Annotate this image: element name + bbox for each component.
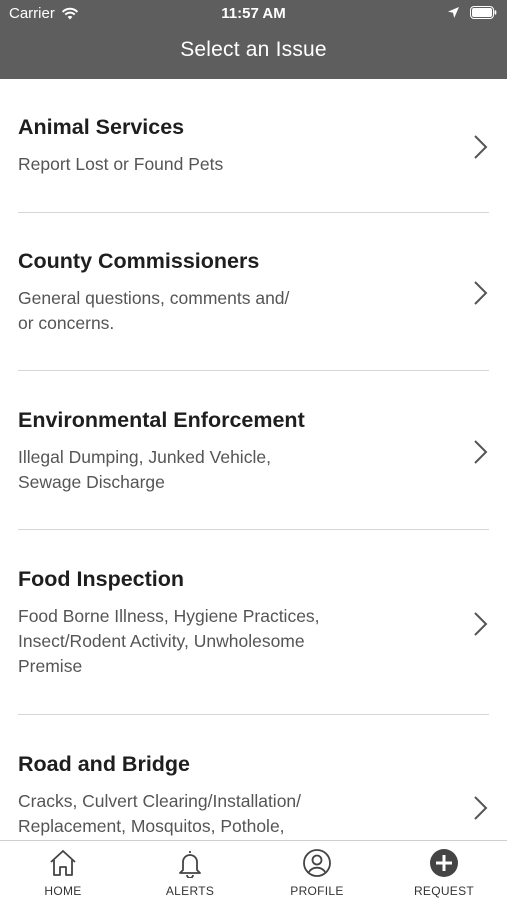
tab-bar: HOME ALERTS PROFILE REQUEST	[0, 840, 507, 900]
chevron-right-icon	[474, 440, 488, 464]
header: Carrier 11:57 AM Select an Issue	[0, 0, 507, 79]
plus-circle-icon	[430, 849, 458, 877]
tab-label: PROFILE	[290, 884, 344, 898]
item-title: Road and Bridge	[18, 752, 191, 776]
battery-icon	[470, 6, 497, 19]
page-title: Select an Issue	[180, 38, 327, 61]
issue-list[interactable]: Animal Services Report Lost or Found Pet…	[0, 79, 507, 840]
tab-alerts[interactable]: ALERTS	[127, 841, 253, 900]
tab-profile[interactable]: PROFILE	[254, 841, 380, 900]
home-icon	[50, 850, 76, 876]
list-item-food-inspection[interactable]: Food Inspection Food Borne Illness, Hygi…	[0, 530, 507, 715]
tab-label: ALERTS	[165, 884, 215, 898]
item-description: Illegal Dumping, Junked Vehicle, Sewage …	[18, 447, 271, 492]
list-item-county-commissioners[interactable]: County Commissioners General questions, …	[0, 213, 507, 371]
status-time: 11:57 AM	[221, 5, 286, 22]
chevron-right-icon	[474, 281, 488, 305]
item-title: County Commissioners	[18, 249, 260, 273]
chevron-right-icon	[474, 612, 488, 636]
tab-home[interactable]: HOME	[0, 841, 126, 900]
item-title: Environmental Enforcement	[18, 408, 305, 432]
item-description: Food Borne Illness, Hygiene Practices, I…	[18, 606, 320, 676]
item-description: Cracks, Culvert Clearing/Installation/ R…	[18, 791, 302, 836]
chevron-right-icon	[474, 135, 488, 159]
list-item-environmental-enforcement[interactable]: Environmental Enforcement Illegal Dumpin…	[0, 371, 507, 530]
status-right	[447, 6, 497, 19]
location-arrow-icon	[448, 7, 459, 18]
item-title: Food Inspection	[18, 567, 185, 591]
list-item-animal-services[interactable]: Animal Services Report Lost or Found Pet…	[0, 79, 507, 213]
item-description: Report Lost or Found Pets	[18, 154, 224, 174]
tab-request[interactable]: REQUEST	[381, 841, 507, 900]
item-title: Animal Services	[18, 115, 185, 139]
tab-label: HOME	[44, 884, 82, 898]
tab-label: REQUEST	[413, 884, 475, 898]
list-item-road-and-bridge[interactable]: Road and Bridge Cracks, Culvert Clearing…	[0, 715, 507, 840]
chevron-right-icon	[474, 796, 488, 820]
profile-icon	[303, 849, 331, 877]
item-description: General questions, comments and/ or conc…	[18, 288, 290, 333]
bell-icon	[179, 851, 201, 878]
status-bar: Carrier 11:57 AM	[0, 0, 507, 28]
